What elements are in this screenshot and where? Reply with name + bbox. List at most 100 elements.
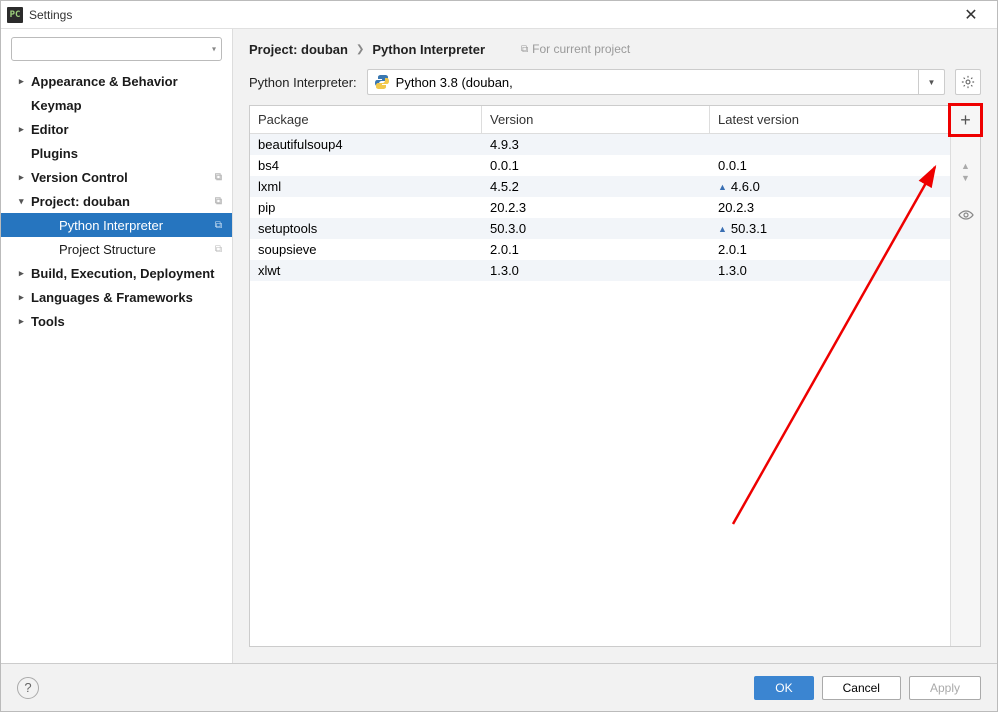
tree-arrow-icon: ▸ <box>19 124 31 135</box>
help-button[interactable]: ? <box>17 677 39 699</box>
content-area: ▾ ▸Appearance & BehaviorKeymap▸EditorPlu… <box>1 29 997 663</box>
tree-arrow-icon: ▸ <box>19 76 31 87</box>
sort-up-icon[interactable]: ▲ <box>961 161 970 171</box>
packages-sidebar: + ▲ ▼ <box>950 106 980 646</box>
pkg-latest: ▲ 50.3.1 <box>710 221 950 236</box>
sidebar-item-label: Project: douban <box>31 194 130 209</box>
interpreter-row: Python Interpreter: Python 3.8 (douban, … <box>233 69 997 105</box>
project-settings-icon: ⧉ <box>215 172 222 183</box>
breadcrumb: Project: douban ❯ Python Interpreter ⧉ F… <box>233 29 997 69</box>
sidebar-item-appearance-behavior[interactable]: ▸Appearance & Behavior <box>1 69 232 93</box>
hint-text: For current project <box>532 42 630 56</box>
pkg-latest-value: 2.0.1 <box>718 242 747 257</box>
sidebar-item-tools[interactable]: ▸Tools <box>1 309 232 333</box>
copy-icon: ⧉ <box>521 44 528 55</box>
pkg-version: 50.3.0 <box>482 221 710 236</box>
sidebar-item-languages-frameworks[interactable]: ▸Languages & Frameworks <box>1 285 232 309</box>
pkg-name: beautifulsoup4 <box>250 137 482 152</box>
sidebar-item-build-execution-deployment[interactable]: ▸Build, Execution, Deployment <box>1 261 232 285</box>
interpreter-value: Python 3.8 (douban, <box>396 75 513 90</box>
sidebar: ▾ ▸Appearance & BehaviorKeymap▸EditorPlu… <box>1 29 233 663</box>
pkg-latest: 20.2.3 <box>710 200 950 215</box>
breadcrumb-project: Project: douban <box>249 42 348 57</box>
show-early-releases-button[interactable] <box>958 207 974 228</box>
package-row[interactable]: pip20.2.320.2.3 <box>250 197 950 218</box>
sidebar-item-label: Keymap <box>31 98 82 113</box>
titlebar: PC Settings ✕ <box>1 1 997 29</box>
tree-arrow-icon: ▸ <box>19 316 31 327</box>
package-row[interactable]: setuptools50.3.0▲50.3.1 <box>250 218 950 239</box>
pkg-version: 4.5.2 <box>482 179 710 194</box>
interpreter-settings-button[interactable] <box>955 69 981 95</box>
interpreter-dropdown[interactable]: Python 3.8 (douban, ▼ <box>367 69 945 95</box>
package-row[interactable]: xlwt1.3.01.3.0 <box>250 260 950 281</box>
eye-icon <box>958 207 974 223</box>
sidebar-item-label: Tools <box>31 314 65 329</box>
package-row[interactable]: soupsieve2.0.12.0.1 <box>250 239 950 260</box>
add-package-button[interactable]: + <box>951 106 980 134</box>
pkg-version: 20.2.3 <box>482 200 710 215</box>
sidebar-item-python-interpreter[interactable]: Python Interpreter ⧉ <box>1 213 232 237</box>
gear-icon <box>961 75 975 89</box>
pkg-version: 2.0.1 <box>482 242 710 257</box>
sidebar-item-label: Version Control <box>31 170 128 185</box>
sidebar-item-plugins[interactable]: Plugins <box>1 141 232 165</box>
settings-window: PC Settings ✕ ▾ ▸Appearance & BehaviorKe… <box>0 0 998 712</box>
packages-header: Package Version Latest version <box>250 106 950 134</box>
python-icon <box>374 74 390 90</box>
search-input[interactable] <box>11 37 222 61</box>
pkg-latest-value: 1.3.0 <box>718 263 747 278</box>
settings-tree: ▸Appearance & BehaviorKeymap▸EditorPlugi… <box>1 69 232 663</box>
pkg-latest-value: 50.3.1 <box>731 221 767 236</box>
pkg-name: bs4 <box>250 158 482 173</box>
ok-button[interactable]: OK <box>754 676 813 700</box>
sidebar-item-label: Editor <box>31 122 69 137</box>
project-settings-icon: ⧉ <box>215 220 222 231</box>
packages-panel: Package Version Latest version beautiful… <box>249 105 981 647</box>
pkg-name: xlwt <box>250 263 482 278</box>
package-row[interactable]: beautifulsoup44.9.3 <box>250 134 950 155</box>
sidebar-item-project-douban[interactable]: ▾Project: douban ⧉ <box>1 189 232 213</box>
tree-arrow-icon: ▸ <box>19 292 31 303</box>
col-package[interactable]: Package <box>250 106 482 133</box>
pkg-version: 0.0.1 <box>482 158 710 173</box>
cancel-button[interactable]: Cancel <box>822 676 901 700</box>
package-row[interactable]: bs40.0.10.0.1 <box>250 155 950 176</box>
pkg-version: 1.3.0 <box>482 263 710 278</box>
tree-arrow-icon: ▸ <box>19 172 31 183</box>
sidebar-item-label: Plugins <box>31 146 78 161</box>
packages-table: Package Version Latest version beautiful… <box>250 106 950 646</box>
sidebar-item-label: Appearance & Behavior <box>31 74 178 89</box>
pkg-name: soupsieve <box>250 242 482 257</box>
apply-button[interactable]: Apply <box>909 676 981 700</box>
sidebar-item-project-structure[interactable]: Project Structure⧉ <box>1 237 232 261</box>
breadcrumb-separator-icon: ❯ <box>356 44 364 55</box>
pkg-version: 4.9.3 <box>482 137 710 152</box>
project-settings-icon: ⧉ <box>215 196 222 207</box>
col-version[interactable]: Version <box>482 106 710 133</box>
col-latest[interactable]: Latest version <box>710 106 950 133</box>
pkg-latest: ▲ 4.6.0 <box>710 179 950 194</box>
sidebar-item-version-control[interactable]: ▸Version Control ⧉ <box>1 165 232 189</box>
upgrade-available-icon: ▲ <box>718 224 727 234</box>
package-row[interactable]: lxml4.5.2 ▲ 4.6.0 <box>250 176 950 197</box>
pkg-latest: 0.0.1 <box>710 158 950 173</box>
window-close-button[interactable]: ✕ <box>951 1 991 29</box>
pycharm-app-icon: PC <box>7 7 23 23</box>
search-history-chevron-icon[interactable]: ▾ <box>212 45 216 54</box>
sidebar-item-label: Python Interpreter <box>59 218 163 233</box>
pkg-latest: 2.0.1 <box>710 242 950 257</box>
pkg-latest-value: 20.2.3 <box>718 200 754 215</box>
sort-down-icon[interactable]: ▼ <box>961 173 970 183</box>
sidebar-item-label: Build, Execution, Deployment <box>31 266 214 281</box>
tree-arrow-icon: ▸ <box>19 268 31 279</box>
upgrade-available-icon: ▲ <box>718 182 727 192</box>
dropdown-arrow-icon[interactable]: ▼ <box>918 70 944 94</box>
tree-arrow-icon: ▾ <box>19 196 31 207</box>
pkg-name: lxml <box>250 179 482 194</box>
add-package-highlight: + <box>948 103 983 137</box>
sidebar-item-editor[interactable]: ▸Editor <box>1 117 232 141</box>
pkg-latest-value: 4.6.0 <box>731 179 760 194</box>
sidebar-item-keymap[interactable]: Keymap <box>1 93 232 117</box>
sidebar-item-label: Languages & Frameworks <box>31 290 193 305</box>
